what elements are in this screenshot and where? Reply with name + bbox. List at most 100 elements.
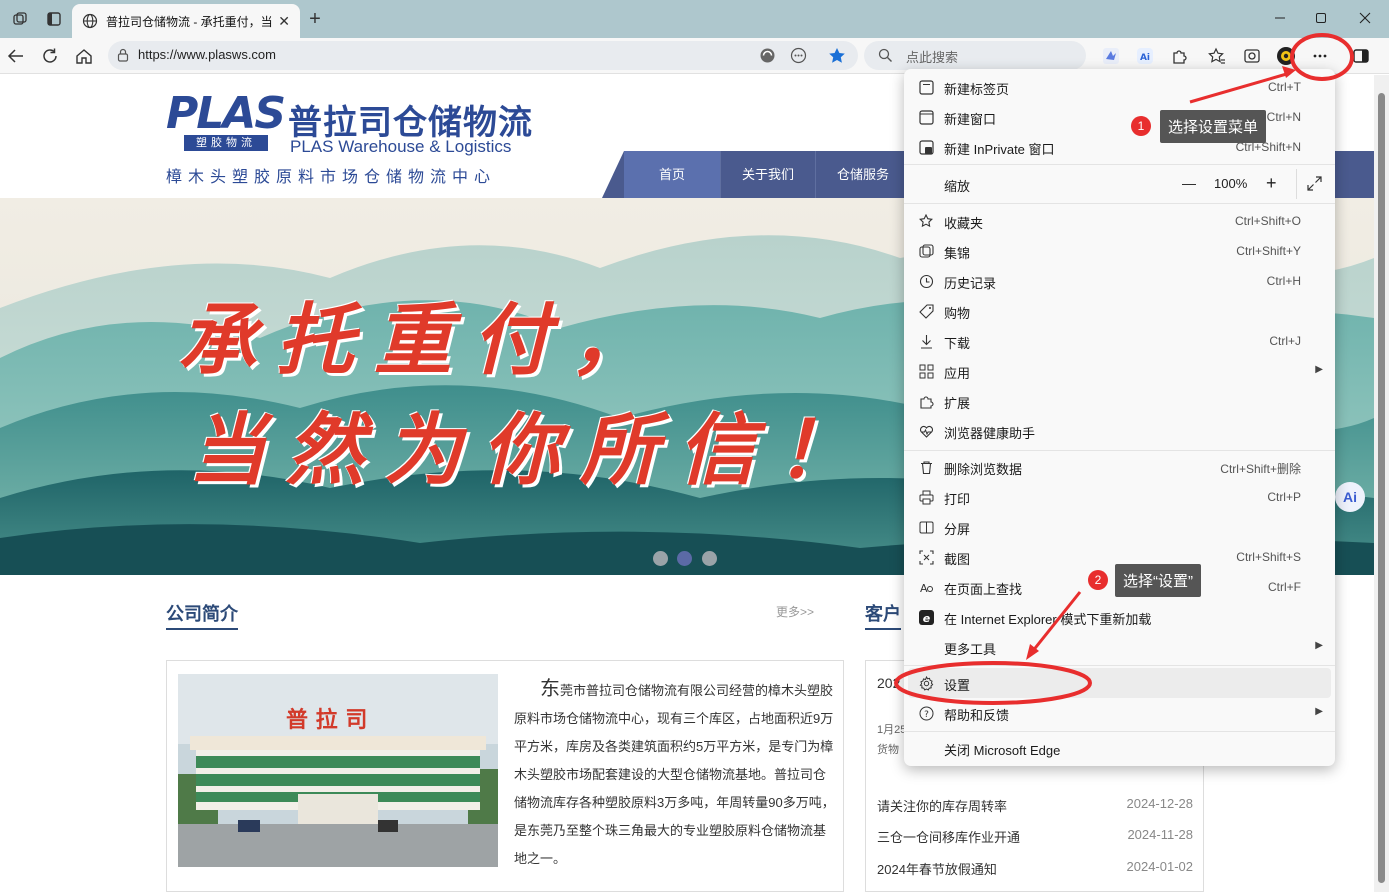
active-tab[interactable]: 普拉司仓储物流 - 承托重付，当你 ✕ <box>72 4 300 38</box>
news-title[interactable]: 2024年春节放假通知 <box>877 862 997 877</box>
intro-more-link[interactable]: 更多>> <box>776 603 814 620</box>
tab-bar: 普拉司仓储物流 - 承托重付，当你 ✕ + <box>0 0 1389 38</box>
copilot-ai-icon[interactable]: Ai <box>1135 46 1155 66</box>
search-box[interactable]: 点此搜索 <box>864 41 1086 70</box>
zoom-level: 100% <box>1214 176 1248 191</box>
intro-first-char: 东 <box>540 678 560 700</box>
nav-about[interactable]: 关于我们 <box>720 151 815 198</box>
menu-print[interactable]: 打印 Ctrl+P <box>904 482 1335 512</box>
collections-icon <box>918 243 934 259</box>
workspaces-icon[interactable] <box>10 9 30 29</box>
trash-icon <box>918 459 934 475</box>
globe-icon <box>82 13 98 29</box>
inprivate-icon <box>918 139 934 155</box>
news-item[interactable]: 2024年春节放假通知 2024-01-02 <box>877 859 1193 878</box>
section-intro-title: 公司简介 <box>166 600 238 630</box>
carousel-dot-3[interactable] <box>702 551 717 566</box>
menu-split-screen[interactable]: 分屏 <box>904 512 1335 542</box>
step-1-badge: 1 <box>1131 116 1151 136</box>
menu-browser-health[interactable]: 浏览器健康助手 <box>904 416 1335 446</box>
collections-icon[interactable] <box>1242 46 1262 66</box>
new-window-icon <box>918 109 934 125</box>
find-icon: A <box>918 579 934 595</box>
ai-assistant-badge[interactable]: Ai <box>1335 482 1365 512</box>
apps-icon <box>918 363 934 379</box>
step-2-callout: 选择“设置” <box>1115 564 1201 597</box>
menu-collections[interactable]: 集锦 Ctrl+Shift+Y <box>904 236 1335 266</box>
lock-icon[interactable] <box>116 48 130 62</box>
close-tab-icon[interactable]: ✕ <box>278 13 290 30</box>
download-icon <box>918 333 934 349</box>
printer-icon <box>918 489 934 505</box>
menu-new-inprivate[interactable]: 新建 InPrivate 窗口 Ctrl+Shift+N <box>904 132 1335 162</box>
help-icon: ? <box>918 705 934 721</box>
new-tab-icon <box>918 79 934 95</box>
carousel-dot-1[interactable] <box>653 551 668 566</box>
scrollbar-thumb[interactable] <box>1378 93 1385 883</box>
submenu-arrow-icon: ▶ <box>1315 364 1323 375</box>
news-date: 2024-12-28 <box>1126 796 1194 811</box>
menu-close-edge[interactable]: 关闭 Microsoft Edge <box>904 733 1335 763</box>
address-bar[interactable]: https://www.plasws.com <box>108 41 858 70</box>
menu-ie-mode-reload[interactable]: e在 Internet Explorer 模式下重新加载 <box>904 602 1335 632</box>
logo-plas: PLAS <box>166 88 286 139</box>
sidebar-toggle-icon[interactable] <box>1351 46 1371 66</box>
more-page-icon[interactable] <box>790 47 807 64</box>
tab-actions-icon[interactable] <box>44 9 64 29</box>
svg-text:e: e <box>922 612 930 625</box>
favorites-icon[interactable] <box>1207 46 1227 66</box>
ie-icon: e <box>918 609 934 625</box>
menu-settings[interactable]: 设置 <box>908 668 1331 698</box>
zoom-out-button[interactable]: — <box>1182 175 1196 191</box>
puzzle-icon <box>918 393 934 409</box>
menu-history[interactable]: 历史记录 Ctrl+H <box>904 266 1335 296</box>
menu-favorites[interactable]: 收藏夹 Ctrl+Shift+O <box>904 206 1335 236</box>
news-title[interactable]: 三仓一仓间移库作业开通 <box>877 830 1020 845</box>
menu-shopping[interactable]: 购物 <box>904 296 1335 326</box>
menu-more-tools[interactable]: 更多工具 ▶ <box>904 632 1335 662</box>
extension-bird-icon[interactable] <box>1101 46 1121 66</box>
ie-mode-icon[interactable] <box>759 47 776 64</box>
nav-home[interactable]: 首页 <box>624 151 720 198</box>
news-item[interactable]: 三仓一仓间移库作业开通 2024-11-28 <box>877 827 1193 846</box>
extensions-puzzle-icon[interactable] <box>1170 46 1190 66</box>
intro-body: 莞市普拉司仓储物流有限公司经营的樟木头塑胶原料市场仓储物流中心，现有三个库区，占… <box>514 683 835 866</box>
close-window-icon[interactable] <box>1354 8 1376 28</box>
logo-sub: 塑胶物流 <box>184 135 268 151</box>
carousel-dot-2[interactable] <box>677 551 692 566</box>
url-text[interactable]: https://www.plasws.com <box>138 47 276 62</box>
menu-separator <box>904 731 1335 732</box>
profile-avatar-icon[interactable] <box>1276 46 1296 66</box>
news-title[interactable]: 请关注你的库存周转率 <box>877 799 1007 814</box>
home-icon[interactable] <box>73 46 95 66</box>
step-2-badge: 2 <box>1088 570 1108 590</box>
settings-more-icon[interactable] <box>1310 46 1330 66</box>
menu-apps[interactable]: 应用 ▶ <box>904 356 1335 386</box>
favorite-star-icon[interactable] <box>828 47 846 64</box>
screenshot-icon <box>918 549 934 565</box>
menu-downloads[interactable]: 下载 Ctrl+J <box>904 326 1335 356</box>
news-item[interactable]: 请关注你的库存周转率 2024-12-28 <box>877 796 1193 815</box>
section-client-title: 客户 <box>865 600 901 630</box>
split-screen-icon <box>918 519 934 535</box>
menu-help-feedback[interactable]: ? 帮助和反馈 ▶ <box>904 698 1335 728</box>
back-icon[interactable] <box>5 46 27 66</box>
nav-warehouse[interactable]: 仓储服务 <box>815 151 910 198</box>
minimize-icon[interactable] <box>1269 8 1291 28</box>
new-tab-button[interactable]: + <box>305 8 325 30</box>
heart-pulse-icon <box>918 423 934 439</box>
menu-new-window[interactable]: 新建窗口 Ctrl+N <box>904 102 1335 132</box>
page-scrollbar[interactable] <box>1374 75 1389 892</box>
menu-extensions[interactable]: 扩展 <box>904 386 1335 416</box>
warehouse-photo: 普 拉 司 <box>178 674 498 867</box>
menu-separator <box>904 450 1335 451</box>
zoom-in-button[interactable]: + <box>1266 173 1277 194</box>
menu-clear-browsing-data[interactable]: 删除浏览数据 Ctrl+Shift+删除 <box>904 452 1335 482</box>
fullscreen-icon[interactable] <box>1307 176 1322 191</box>
photo-sign-text: 普 拉 司 <box>286 707 368 733</box>
site-logo[interactable]: PLAS 塑胶物流 普拉司仓储物流 PLAS Warehouse & Logis… <box>166 88 532 187</box>
maximize-icon[interactable] <box>1310 8 1332 28</box>
menu-new-tab[interactable]: 新建标签页 Ctrl+T <box>904 72 1335 102</box>
gear-icon <box>918 675 934 691</box>
refresh-icon[interactable] <box>39 46 61 66</box>
